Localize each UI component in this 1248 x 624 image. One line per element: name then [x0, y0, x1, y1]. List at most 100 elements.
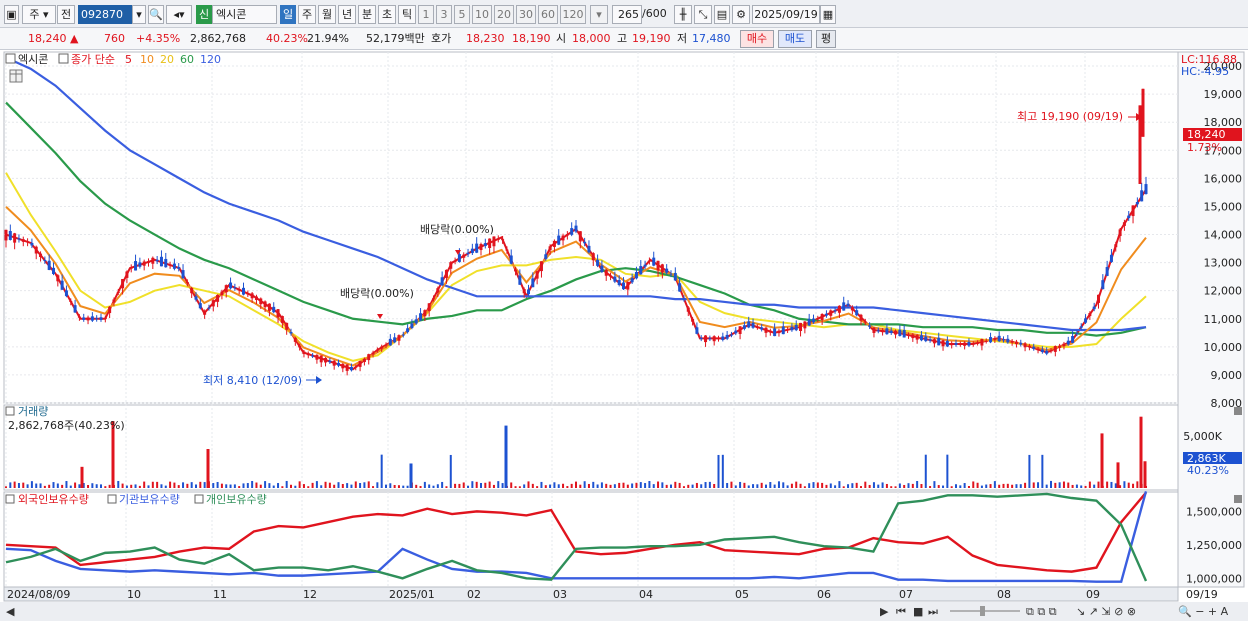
- volume-bar: [1143, 461, 1147, 488]
- window-layout-icon[interactable]: ⧉ ⧉ ⧉: [1026, 605, 1057, 618]
- bar-count-input[interactable]: 265: [612, 5, 642, 24]
- checkbox-icon[interactable]: [58, 53, 69, 64]
- volume-bar: [138, 485, 141, 488]
- date-input[interactable]: 2025/09/19: [752, 5, 820, 24]
- close-icon[interactable]: [1234, 407, 1242, 415]
- volume-bar: [911, 483, 914, 488]
- calendar-icon[interactable]: ▦: [820, 5, 836, 24]
- interval-3[interactable]: 3: [436, 5, 452, 24]
- candle-body: [362, 358, 366, 363]
- candle-body: [159, 256, 163, 267]
- volume-bar: [441, 481, 444, 488]
- search-icon[interactable]: 🔍: [148, 5, 164, 24]
- quote-bar: 18,240 ▲ 760 +4.35% 2,862,768 40.23% 21.…: [0, 28, 1248, 50]
- volume-bar: [851, 483, 854, 488]
- candle-body: [185, 282, 189, 284]
- zoom-slider-handle[interactable]: [980, 606, 985, 616]
- candle-body: [462, 254, 466, 258]
- prev-button[interactable]: 전: [57, 5, 75, 24]
- gear-icon[interactable]: ⚙: [732, 5, 750, 24]
- stock-code-input[interactable]: 092870: [78, 5, 132, 24]
- checkbox-icon[interactable]: [107, 494, 117, 504]
- rewind-icon[interactable]: ⏮: [896, 605, 906, 618]
- scroll-right-icon[interactable]: ▶: [880, 605, 889, 618]
- chevron-down-icon[interactable]: ▾: [132, 5, 146, 24]
- volume-bar: [341, 483, 344, 488]
- candle-body: [876, 330, 880, 332]
- candle-body: [915, 335, 919, 340]
- volume-current: 2,862,768주(40.23%): [8, 419, 125, 432]
- forward-icon[interactable]: ⏭: [928, 605, 938, 618]
- checkbox-icon[interactable]: [5, 494, 15, 504]
- candle-body: [790, 326, 794, 331]
- price-tick-label: 15,000: [1204, 200, 1243, 213]
- zoom-tools-icon[interactable]: 🔍 − + A: [1178, 604, 1229, 618]
- candle-body: [453, 260, 457, 262]
- chart-area[interactable]: 20,000 19,000 18,000 17,000 16,000 15,000 14,0…: [0, 50, 1248, 621]
- volume-bar: [739, 481, 742, 488]
- timeframe-second[interactable]: 초: [378, 5, 396, 24]
- save-icon[interactable]: ▤: [714, 5, 730, 24]
- timeframe-year[interactable]: 년: [338, 5, 356, 24]
- ask-label: 호가: [431, 32, 452, 45]
- candle-body: [958, 343, 962, 345]
- candle-body: [980, 338, 984, 346]
- candle-body: [315, 354, 319, 360]
- timeframe-day[interactable]: 일: [280, 5, 296, 24]
- crosshair-icon[interactable]: ⤡: [694, 5, 712, 24]
- window-icon[interactable]: ▣: [4, 5, 19, 24]
- volume-bar: [1054, 482, 1057, 488]
- timeframe-month[interactable]: 월: [318, 5, 336, 24]
- timeframe-week[interactable]: 주: [298, 5, 316, 24]
- stock-chart[interactable]: 20,00019,00018,00017,00016,00015,00014,0…: [0, 50, 1248, 621]
- volume-bar: [1093, 484, 1096, 488]
- checkbox-icon[interactable]: [5, 406, 15, 416]
- drawing-tools-icon[interactable]: ↘ ↗ ⇲ ⊘ ⊗: [1076, 605, 1136, 618]
- sell-button[interactable]: 매도: [778, 30, 812, 48]
- candle-body: [682, 298, 686, 300]
- candle-body: [1109, 254, 1113, 262]
- interval-20[interactable]: 20: [494, 5, 514, 24]
- stop-icon[interactable]: ■: [913, 605, 923, 618]
- candle-body: [129, 267, 133, 269]
- interval-120[interactable]: 120: [560, 5, 586, 24]
- interval-30[interactable]: 30: [516, 5, 536, 24]
- eval-button[interactable]: 평: [816, 30, 836, 48]
- volume-bar: [385, 484, 387, 488]
- volume-bar: [782, 482, 785, 488]
- candle-body: [69, 300, 73, 302]
- interval-1[interactable]: 1: [418, 5, 434, 24]
- checkbox-icon[interactable]: [194, 494, 204, 504]
- volume-bar: [52, 482, 55, 488]
- volume-bar: [950, 486, 953, 488]
- volume-bar: [307, 486, 310, 488]
- volume-bar: [195, 484, 197, 488]
- volume-bar: [1050, 480, 1052, 488]
- interval-10[interactable]: 10: [472, 5, 492, 24]
- candle-body: [505, 249, 509, 251]
- candle-body: [609, 275, 613, 277]
- candle-body: [643, 264, 647, 267]
- volume-bar: [354, 481, 357, 488]
- timeframe-minute[interactable]: 분: [358, 5, 376, 24]
- volume-bar: [687, 484, 690, 488]
- interval-5[interactable]: 5: [454, 5, 470, 24]
- timeframe-tick[interactable]: 틱: [398, 5, 416, 24]
- checkbox-icon[interactable]: [5, 53, 16, 64]
- candle-body: [881, 330, 885, 333]
- interval-60[interactable]: 60: [538, 5, 558, 24]
- close-icon[interactable]: [1234, 495, 1242, 503]
- chevron-down-icon[interactable]: ▾: [590, 5, 608, 24]
- volume-bar: [518, 486, 521, 488]
- buy-button[interactable]: 매수: [740, 30, 774, 48]
- speaker-icon[interactable]: ◂▾: [166, 5, 192, 24]
- candle-icon[interactable]: ╫: [674, 5, 692, 24]
- stock-name-field[interactable]: 엑시콘: [212, 5, 277, 24]
- candle-body: [742, 325, 746, 329]
- scroll-bar[interactable]: [0, 602, 1248, 621]
- volume-bar: [238, 486, 241, 488]
- price-tick-label: 13,000: [1204, 257, 1243, 270]
- period-select[interactable]: 주 ▾: [22, 5, 56, 24]
- scroll-left-icon[interactable]: ◀: [6, 605, 15, 618]
- last-price: 18,240: [28, 32, 67, 45]
